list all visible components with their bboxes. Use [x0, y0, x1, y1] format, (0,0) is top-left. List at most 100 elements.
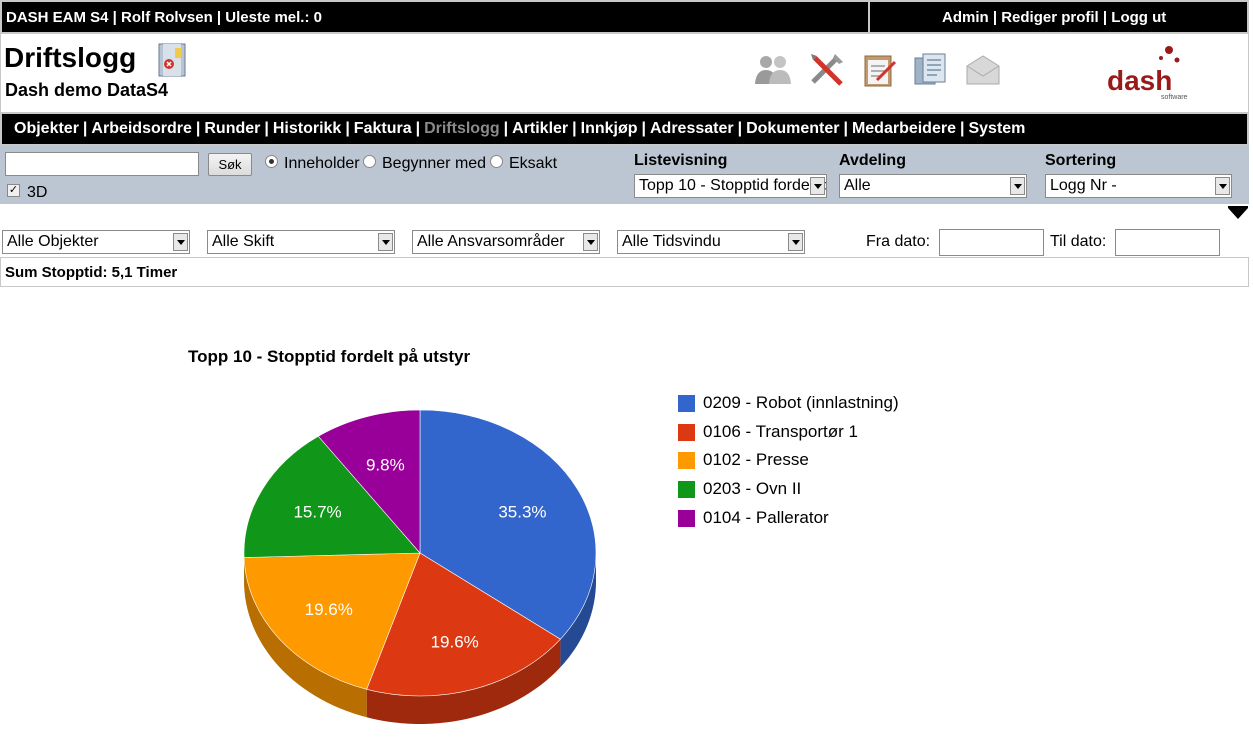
page-title: Driftslogg [4, 42, 137, 73]
sortering-value: Logg Nr - [1050, 177, 1117, 194]
nav-separator: | [195, 120, 201, 137]
legend-label: 0203 - Ovn II [703, 479, 802, 499]
legend-swatch [678, 452, 695, 470]
logout-link[interactable]: Logg ut [1111, 9, 1166, 26]
radio-begynner-med[interactable] [363, 155, 376, 168]
pie-slice-3[interactable] [243, 435, 421, 558]
nav-item-medarbeidere[interactable]: Medarbeidere [852, 120, 956, 137]
listevisning-value: Topp 10 - Stopptid fordelt på utstyr [639, 177, 826, 194]
documents-icon[interactable] [911, 50, 951, 90]
pie-label-0: 35.3% [498, 503, 546, 522]
til-dato-label: Til dato: [1050, 233, 1107, 250]
tools-icon[interactable] [807, 50, 847, 90]
til-dato-input[interactable] [1115, 229, 1220, 256]
nav-item-arbeidsordre[interactable]: Arbeidsordre [91, 120, 191, 137]
chevron-down-icon [173, 233, 188, 251]
legend-label: 0209 - Robot (innlastning) [703, 393, 899, 412]
pie-slice-0[interactable] [419, 409, 597, 640]
listevisning-select[interactable]: Topp 10 - Stopptid fordelt på utstyr [634, 174, 827, 198]
chart-title: Topp 10 - Stopptid fordelt på utstyr [188, 347, 471, 366]
nav-item-adressater[interactable]: Adressater [650, 120, 734, 137]
expand-arrow-icon[interactable] [1228, 208, 1248, 219]
3d-checkbox[interactable]: ✓ [7, 184, 20, 197]
nav-separator: | [959, 120, 965, 137]
nav-item-system[interactable]: System [968, 120, 1025, 137]
users-icon[interactable] [753, 50, 793, 90]
pie-label-3: 15.7% [293, 503, 341, 522]
nav-separator: | [641, 120, 646, 137]
3d-checkbox-label: 3D [27, 184, 48, 201]
nav-separator: | [415, 120, 421, 137]
admin-link[interactable]: Admin [942, 9, 989, 26]
legend-swatch [678, 509, 695, 527]
nav-separator: | [572, 120, 577, 137]
nav-separator: | [737, 120, 743, 137]
listevisning-label: Listevisning [634, 152, 728, 169]
avdeling-label: Avdeling [839, 152, 906, 169]
top-bar: DASH EAM S4 | Rolf Rolvsen | Uleste mel.… [0, 0, 1249, 34]
dash-logo: dash software [1107, 46, 1188, 101]
sortering-label: Sortering [1045, 152, 1117, 169]
search-input[interactable] [5, 152, 199, 176]
svg-text:software: software [1161, 94, 1188, 101]
chevron-down-icon [378, 233, 393, 251]
chevron-down-icon [788, 233, 803, 251]
chevron-down-icon [1215, 177, 1230, 195]
fra-dato-input[interactable] [939, 229, 1044, 256]
legend-swatch [678, 395, 695, 412]
search-button[interactable]: Søk [208, 153, 252, 176]
ansvarsomrader-value: Alle Ansvarsområder [417, 233, 565, 250]
pie-label-1: 19.6% [431, 633, 479, 652]
sortering-select[interactable]: Logg Nr - [1045, 174, 1232, 198]
radio-inneholder-label: Inneholder [284, 155, 360, 172]
nav-item-innkj-p[interactable]: Innkjøp [581, 120, 638, 137]
main-nav-items: Objekter | Arbeidsordre | Runder | Historikk | F… [14, 120, 1025, 138]
pie-slice-1[interactable] [366, 552, 561, 697]
account-links: Admin | Rediger profil | Logg ut [942, 9, 1167, 26]
nav-item-objekter[interactable]: Objekter [14, 120, 79, 137]
avdeling-select[interactable]: Alle [839, 174, 1027, 198]
clipboard-icon[interactable] [859, 50, 899, 90]
sum-stopptid: Sum Stopptid: 5,1 Timer [5, 264, 178, 281]
nav-separator: | [345, 120, 350, 137]
objekter-select[interactable]: Alle Objekter [2, 230, 190, 254]
session-info: DASH EAM S4 | Rolf Rolvsen | Uleste mel.… [6, 9, 322, 26]
nav-separator: | [503, 120, 509, 137]
tidsvindu-select[interactable]: Alle Tidsvindu [617, 230, 805, 254]
radio-eksakt-label: Eksakt [509, 155, 558, 172]
ansvarsomrader-select[interactable]: Alle Ansvarsområder [412, 230, 600, 254]
filter-panel: Søk Inneholder Begynner med Eksakt ✓ 3D … [0, 146, 1249, 204]
legend-label: 0106 - Transportør 1 [703, 421, 858, 441]
nav-item-driftslogg[interactable]: Driftslogg [424, 120, 500, 137]
nav-item-historikk[interactable]: Historikk [273, 120, 341, 137]
skift-value: Alle Skift [212, 233, 275, 250]
envelope-icon[interactable] [963, 50, 1003, 90]
legend-label: 0104 - Pallerator [703, 507, 829, 527]
nav-item-artikler[interactable]: Artikler [512, 120, 568, 137]
skift-select[interactable]: Alle Skift [207, 230, 395, 254]
radio-begynner-med-label: Begynner med [382, 155, 487, 172]
objekter-value: Alle Objekter [7, 233, 99, 250]
radio-inneholder[interactable] [265, 155, 278, 168]
nav-item-faktura[interactable]: Faktura [354, 120, 412, 137]
pie-slice-4[interactable] [317, 409, 421, 554]
page-header: Driftslogg Dash demo DataS4 dash softwar… [0, 34, 1249, 112]
edit-profile-link[interactable]: Rediger profil [1001, 9, 1099, 26]
pie-slice-2[interactable] [243, 552, 421, 690]
chevron-down-icon [810, 177, 825, 195]
tidsvindu-value: Alle Tidsvindu [622, 233, 721, 250]
pie-side-1 [366, 639, 561, 724]
pie-label-2: 19.6% [305, 600, 353, 619]
radio-eksakt[interactable] [490, 155, 503, 168]
chevron-down-icon [583, 233, 598, 251]
legend-swatch [678, 481, 695, 499]
nav-item-dokumenter[interactable]: Dokumenter [746, 120, 839, 137]
summary-bar: Sum Stopptid: 5,1 Timer [0, 257, 1249, 287]
main-nav: Objekter | Arbeidsordre | Runder | Historikk | F… [0, 112, 1249, 146]
nav-separator: | [82, 120, 88, 137]
svg-text:dash: dash [1107, 65, 1172, 96]
legend-swatch [678, 423, 695, 441]
pie-side-0 [560, 553, 596, 668]
chevron-down-icon [1010, 177, 1025, 195]
nav-item-runder[interactable]: Runder [204, 120, 260, 137]
